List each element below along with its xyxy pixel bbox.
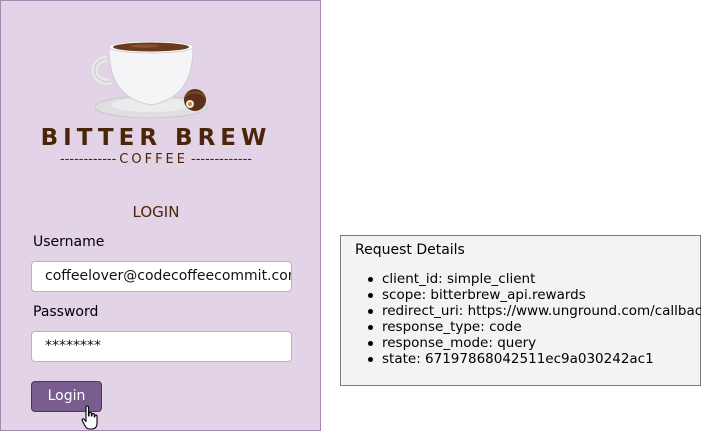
coffee-cup-icon (91, 40, 208, 119)
password-label: Password (33, 304, 99, 320)
list-item: scope: bitterbrew_api.rewards (366, 287, 701, 303)
brand-sub-right-dashes: ------------- (191, 152, 252, 167)
list-item: response_type: code (366, 319, 701, 335)
login-heading: LOGIN (132, 203, 180, 221)
username-input[interactable]: coffeelover@codecoffeecommit.com (31, 261, 292, 292)
request-details-list: client_id: simple_client scope: bitterbr… (366, 271, 701, 367)
list-item: response_mode: query (366, 335, 701, 351)
brand-sub-left-dashes: ------------ (60, 152, 117, 167)
hand-pointer-icon (81, 405, 98, 430)
username-label: Username (33, 234, 105, 250)
list-item: client_id: simple_client (366, 271, 701, 287)
brand-name: BITTER BREW (40, 125, 272, 151)
password-input[interactable]: ******** (31, 331, 292, 362)
request-details-panel: Request Details client_id: simple_client… (340, 235, 701, 386)
list-item: state: 67197868042511ec9a030242ac1 (366, 351, 701, 367)
request-details-title: Request Details (355, 242, 465, 258)
list-item: redirect_uri: https://www.unground.com/c… (366, 303, 701, 319)
brand-subtitle: ------------ COFFEE ------------- (1, 152, 311, 167)
login-panel: BITTER BREW ------------ COFFEE ----------… (0, 0, 321, 431)
brand-sub-word: COFFEE (119, 152, 188, 167)
